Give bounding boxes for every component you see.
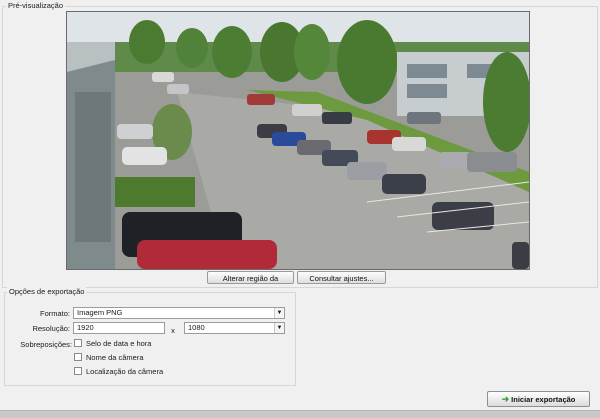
resolution-height-input[interactable]: 1080 ▼ [184,322,285,334]
overlay-camera-location-checkbox[interactable] [74,367,82,375]
start-export-button[interactable]: ➜ Iniciar exportação [487,391,590,407]
preview-title: Pré-visualização [6,1,66,10]
resolution-height-value: 1080 [188,323,205,332]
view-settings-button[interactable]: Consultar ajustes... [297,271,386,284]
export-options-title: Opções de exportação [7,287,87,296]
start-export-label: Iniciar exportação [511,395,576,404]
overlay-camera-name-label: Nome da câmera [86,353,144,362]
overlay-timestamp-checkbox[interactable] [74,339,82,347]
chevron-down-icon[interactable]: ▼ [274,323,284,333]
format-label: Formato: [39,309,70,318]
resolution-x-separator: x [171,326,175,335]
chevron-down-icon[interactable]: ▼ [274,308,284,318]
overlay-camera-name-checkbox[interactable] [74,353,82,361]
format-dropdown[interactable]: Imagem PNG ▼ [73,307,285,319]
change-region-button[interactable]: Alterar região da [207,271,294,284]
overlay-timestamp-label: Selo de data e hora [86,339,152,348]
play-arrow-icon: ➜ [501,394,510,404]
overlays-label: Sobreposições: [20,340,72,349]
overlay-camera-location-label: Localização da câmera [86,367,164,376]
resolution-width-input[interactable]: 1920 [73,322,165,334]
resolution-label: Resolução: [32,324,70,333]
format-value: Imagem PNG [77,308,123,317]
camera-preview-image [66,11,530,270]
